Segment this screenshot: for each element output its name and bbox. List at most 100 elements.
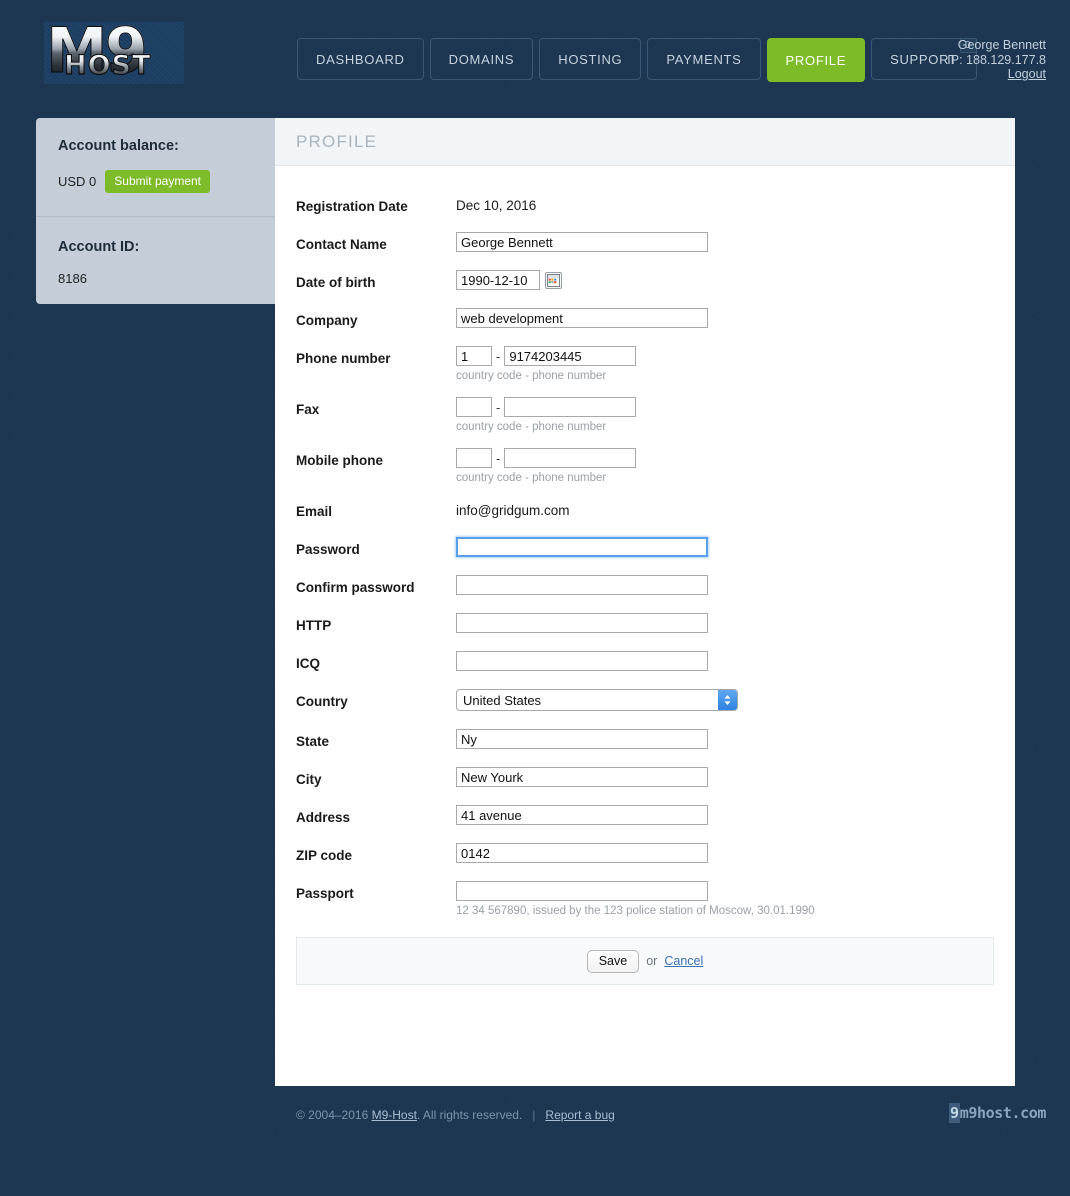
logout-link[interactable]: Logout xyxy=(1008,67,1046,81)
icq-input[interactable] xyxy=(456,651,708,671)
site-logo[interactable]: M9 HOST xyxy=(44,17,184,84)
label-zip-code: ZIP code xyxy=(296,848,353,863)
site-header: M9 HOST DASHBOARD DOMAINS HOSTING PAYMEN… xyxy=(0,0,1070,110)
mobile-separator: - xyxy=(496,450,501,466)
passport-input[interactable] xyxy=(456,881,708,901)
label-phone-number: Phone number xyxy=(296,351,391,366)
field-http: HTTP xyxy=(296,613,994,633)
field-date-of-birth: Date of birth xyxy=(296,270,994,290)
field-zip-code: ZIP code xyxy=(296,843,994,863)
label-http: HTTP xyxy=(296,618,332,633)
label-company: Company xyxy=(296,313,358,328)
site-footer: © 2004–2016 M9-Host. All rights reserved… xyxy=(0,1100,1070,1140)
label-password: Password xyxy=(296,542,360,557)
field-phone-number: Phone number - country code - phone numb… xyxy=(296,346,994,382)
balance-row: USD 0 Submit payment xyxy=(58,170,254,193)
state-input[interactable] xyxy=(456,729,708,749)
label-contact-name: Contact Name xyxy=(296,237,387,252)
footer-logo[interactable]: 9m9host.com xyxy=(949,1103,1047,1123)
label-confirm-password: Confirm password xyxy=(296,580,415,595)
account-id-block: Account ID: 8186 xyxy=(36,217,161,286)
field-registration-date: Registration Date Dec 10, 2016 xyxy=(296,194,994,214)
field-passport: Passport 12 34 567890, issued by the 123… xyxy=(296,881,994,917)
phone-number-input[interactable] xyxy=(504,346,637,366)
label-address: Address xyxy=(296,810,351,825)
country-select-value[interactable]: United States xyxy=(456,689,738,711)
company-input[interactable] xyxy=(456,308,708,328)
nav-label: PAYMENTS xyxy=(666,51,742,67)
nav-item-hosting[interactable]: HOSTING xyxy=(539,38,642,80)
copyright-prefix: © 2004–2016 xyxy=(296,1108,372,1122)
fax-separator: - xyxy=(496,399,501,415)
label-state: State xyxy=(296,734,330,749)
calendar-icon[interactable] xyxy=(545,271,562,289)
label-email: Email xyxy=(296,504,333,519)
label-fax: Fax xyxy=(296,402,320,417)
copyright-suffix: . All rights reserved. xyxy=(416,1108,523,1122)
field-state: State xyxy=(296,729,994,749)
field-city: City xyxy=(296,767,994,787)
value-email: info@gridgum.com xyxy=(456,503,570,518)
field-country: Country United States xyxy=(296,689,994,711)
footer-logo-highlight: 9 xyxy=(949,1103,960,1123)
nav-item-payments[interactable]: PAYMENTS xyxy=(647,38,761,80)
phone-separator: - xyxy=(496,348,501,364)
panel-header: PROFILE xyxy=(275,118,1015,166)
country-select[interactable]: United States xyxy=(456,689,738,711)
field-confirm-password: Confirm password xyxy=(296,575,994,595)
nav-label: DOMAINS xyxy=(448,51,515,67)
label-registration-date: Registration Date xyxy=(296,199,408,214)
footer-copyright: © 2004–2016 M9-Host. All rights reserved… xyxy=(296,1108,615,1122)
field-icq: ICQ xyxy=(296,651,994,671)
form-actions: Save or Cancel xyxy=(296,937,994,985)
field-fax: Fax - country code - phone number xyxy=(296,397,994,433)
save-button[interactable]: Save xyxy=(586,949,640,973)
chevron-updown-icon[interactable] xyxy=(718,690,737,710)
user-ip: IP: 188.129.177.8 xyxy=(947,52,1046,67)
mobile-country-code-input[interactable] xyxy=(456,448,492,468)
cancel-link[interactable]: Cancel xyxy=(664,954,703,968)
field-company: Company xyxy=(296,308,994,328)
label-passport: Passport xyxy=(296,886,354,901)
nav-label: PROFILE xyxy=(785,52,847,68)
city-input[interactable] xyxy=(456,767,708,787)
label-country: Country xyxy=(296,694,348,709)
balance-block: Account balance: USD 0 Submit payment xyxy=(36,118,276,193)
phone-country-code-input[interactable] xyxy=(456,346,492,366)
mobile-hint: country code - phone number xyxy=(456,472,607,484)
nav-item-profile[interactable]: PROFILE xyxy=(766,38,866,82)
confirm-password-input[interactable] xyxy=(456,575,708,595)
fax-hint: country code - phone number xyxy=(456,421,607,433)
footer-brand-link[interactable]: M9-Host xyxy=(372,1108,417,1122)
label-mobile-phone: Mobile phone xyxy=(296,453,383,468)
account-id-title: Account ID: xyxy=(58,239,140,255)
zip-code-input[interactable] xyxy=(456,843,708,863)
nav-label: HOSTING xyxy=(558,51,623,67)
fax-number-input[interactable] xyxy=(504,397,637,417)
nav-item-domains[interactable]: DOMAINS xyxy=(429,38,534,80)
fax-country-code-input[interactable] xyxy=(456,397,492,417)
phone-hint: country code - phone number xyxy=(456,370,607,382)
account-id-value: 8186 xyxy=(58,271,87,286)
report-bug-link[interactable]: Report a bug xyxy=(545,1108,614,1122)
field-contact-name: Contact Name xyxy=(296,232,994,252)
date-of-birth-input[interactable] xyxy=(456,270,540,290)
mobile-number-input[interactable] xyxy=(504,448,637,468)
submit-payment-button[interactable]: Submit payment xyxy=(105,170,211,193)
field-password: Password xyxy=(296,537,994,557)
user-info: George Bennett IP: 188.129.177.8 Logout xyxy=(947,38,1046,82)
http-input[interactable] xyxy=(456,613,708,633)
field-address: Address xyxy=(296,805,994,825)
password-input[interactable] xyxy=(456,537,708,557)
contact-name-input[interactable] xyxy=(456,232,708,252)
page-title: PROFILE xyxy=(296,131,378,151)
profile-form: Registration Date Dec 10, 2016 Contact N… xyxy=(275,166,1015,917)
footer-logo-rest: m9host.com xyxy=(959,1104,1047,1122)
field-mobile-phone: Mobile phone - country code - phone numb… xyxy=(296,448,994,484)
label-city: City xyxy=(296,772,322,787)
profile-panel: PROFILE Registration Date Dec 10, 2016 C… xyxy=(275,118,1015,1086)
nav-label: DASHBOARD xyxy=(316,51,405,67)
address-input[interactable] xyxy=(456,805,708,825)
nav-item-dashboard[interactable]: DASHBOARD xyxy=(297,38,424,80)
main-navigation: DASHBOARD DOMAINS HOSTING PAYMENTS PROFI… xyxy=(297,38,977,82)
